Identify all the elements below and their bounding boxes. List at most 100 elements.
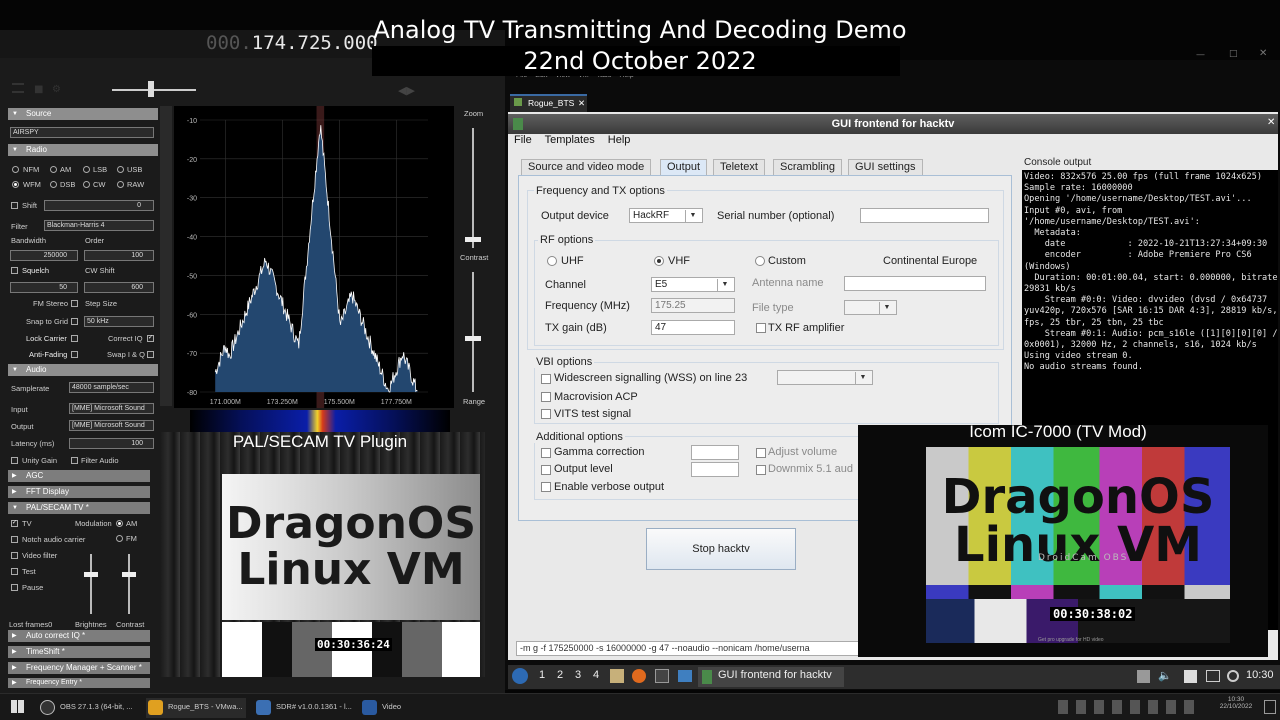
- squelch-input[interactable]: 50: [10, 282, 78, 293]
- mode-raw-radio[interactable]: [117, 181, 124, 188]
- range-slider[interactable]: [472, 272, 474, 392]
- filter-select[interactable]: Blackman-Harris 4: [44, 220, 154, 231]
- hacktv-menu-file[interactable]: File: [514, 134, 532, 146]
- vm-volume-icon[interactable]: 🔈: [1158, 669, 1172, 682]
- vm-display-icon[interactable]: [1206, 670, 1220, 682]
- range-slider-thumb[interactable]: [465, 336, 481, 341]
- mode-nfm-radio[interactable]: [12, 166, 19, 173]
- frequency-input[interactable]: 175.25: [651, 298, 735, 313]
- macrovision-checkbox[interactable]: [541, 392, 551, 402]
- section-pal-secam[interactable]: PAL/SECAM TV *: [8, 502, 150, 514]
- shift-checkbox[interactable]: [11, 202, 18, 209]
- latency-input[interactable]: 100: [69, 438, 154, 449]
- spectrum-scrollbar[interactable]: [160, 106, 172, 406]
- taskbar-obs[interactable]: OBS 27.1.3 (64-bit, ...: [38, 698, 138, 718]
- tv-checkbox[interactable]: [11, 519, 18, 527]
- test-checkbox[interactable]: [11, 568, 18, 575]
- tab-teletext[interactable]: Teletext: [713, 159, 765, 175]
- unity-gain-checkbox[interactable]: [11, 457, 18, 464]
- zoom-slider[interactable]: [472, 128, 474, 248]
- file-type-select[interactable]: [844, 300, 897, 315]
- workspace-1[interactable]: 1: [539, 669, 545, 681]
- taskbar-vmware[interactable]: Rogue_BTS - VMwa...: [146, 698, 246, 718]
- vm-tab-close-icon[interactable]: ✕: [578, 96, 585, 111]
- tab-output[interactable]: Output: [660, 159, 708, 175]
- section-fft[interactable]: FFT Display: [8, 486, 150, 498]
- adjust-volume-checkbox[interactable]: [756, 448, 766, 458]
- bandwidth-input[interactable]: 250000: [10, 250, 78, 261]
- section-radio[interactable]: Radio: [8, 144, 158, 156]
- section-audio[interactable]: Audio: [8, 364, 158, 376]
- samplerate-select[interactable]: 48000 sample/sec: [69, 382, 154, 393]
- section-frequency-entry[interactable]: Frequency Entry *: [8, 678, 150, 688]
- section-source[interactable]: Source: [8, 108, 158, 120]
- swap-iq-checkbox[interactable]: [147, 351, 154, 358]
- folder-icon[interactable]: [678, 670, 692, 682]
- firefox-icon[interactable]: [632, 669, 646, 683]
- workspace-2[interactable]: 2: [557, 669, 563, 681]
- source-device-select[interactable]: AIRSPY: [10, 127, 154, 138]
- gamma-input[interactable]: [691, 445, 739, 460]
- hacktv-menu-help[interactable]: Help: [608, 134, 631, 146]
- pause-checkbox[interactable]: [11, 584, 18, 591]
- mode-usb-radio[interactable]: [117, 166, 124, 173]
- order-input[interactable]: 100: [84, 250, 154, 261]
- audio-input-select[interactable]: [MME] Microsoft Sound: [69, 403, 154, 414]
- output-level-input[interactable]: [691, 462, 739, 477]
- spectrum-display[interactable]: -10 -20 -30 -40 -50 -60 -70 -80 171.000M 173.250M…: [174, 106, 454, 408]
- section-frequency-manager[interactable]: Frequency Manager + Scanner *: [8, 662, 150, 674]
- video-filter-checkbox[interactable]: [11, 552, 18, 559]
- volume-slider-thumb[interactable]: [148, 81, 154, 97]
- downmix-checkbox[interactable]: [756, 465, 766, 475]
- modulation-fm-radio[interactable]: [116, 535, 123, 542]
- tab-gui-settings[interactable]: GUI settings: [848, 159, 923, 175]
- hacktv-menu-templates[interactable]: Templates: [545, 134, 595, 146]
- workspace-4[interactable]: 4: [593, 669, 599, 681]
- squelch-checkbox[interactable]: [11, 267, 18, 274]
- menu-icon[interactable]: [12, 83, 24, 93]
- section-auto-correct[interactable]: Auto correct IQ *: [8, 630, 150, 642]
- channel-select[interactable]: E5: [651, 277, 735, 292]
- mode-cw-radio[interactable]: [83, 181, 90, 188]
- file-manager-icon[interactable]: [610, 669, 624, 683]
- settings-icon[interactable]: ⚙: [52, 84, 61, 95]
- stop-hacktv-button[interactable]: Stop hacktv: [646, 528, 796, 570]
- audio-output-select[interactable]: [MME] Microsoft Sound: [69, 420, 154, 431]
- contrast-slider-thumb[interactable]: [122, 572, 136, 577]
- cw-shift-input[interactable]: 600: [84, 282, 154, 293]
- section-agc[interactable]: AGC: [8, 470, 150, 482]
- zoom-slider-thumb[interactable]: [465, 237, 481, 242]
- gamma-checkbox[interactable]: [541, 448, 551, 458]
- anti-fading-checkbox[interactable]: [71, 351, 78, 358]
- snap-checkbox[interactable]: [71, 318, 78, 325]
- taskbar-sdrsharp[interactable]: SDR# v1.0.0.1361 - l...: [254, 698, 354, 718]
- vm-network-icon[interactable]: [1137, 670, 1150, 683]
- tune-arrow-icon[interactable]: ◀▶: [398, 84, 415, 97]
- step-size-select[interactable]: 50 kHz: [84, 316, 154, 327]
- verbose-checkbox[interactable]: [541, 482, 551, 492]
- hacktv-close-icon[interactable]: ✕: [1267, 117, 1275, 128]
- tab-source-video-mode[interactable]: Source and video mode: [521, 159, 652, 175]
- shift-input[interactable]: 0: [44, 200, 154, 211]
- command-line-field[interactable]: -m g -f 175250000 -s 16000000 -g 47 --no…: [516, 641, 861, 656]
- terminal-icon[interactable]: [655, 669, 669, 683]
- vm-power-icon[interactable]: [1227, 670, 1239, 682]
- brightness-slider[interactable]: [90, 554, 92, 614]
- tray-icons[interactable]: [1058, 700, 1198, 714]
- notch-checkbox[interactable]: [11, 536, 18, 543]
- mode-dsb-radio[interactable]: [50, 181, 57, 188]
- play-icon[interactable]: ■: [34, 84, 43, 95]
- antenna-input[interactable]: [844, 276, 986, 291]
- volume-slider[interactable]: [112, 89, 196, 91]
- wss-select[interactable]: [777, 370, 873, 385]
- mode-am-radio[interactable]: [50, 166, 57, 173]
- brightness-slider-thumb[interactable]: [84, 572, 98, 577]
- notification-icon[interactable]: [1264, 700, 1276, 714]
- custom-radio[interactable]: [755, 256, 765, 266]
- mode-wfm-radio[interactable]: [12, 181, 19, 188]
- uhf-radio[interactable]: [547, 256, 557, 266]
- vhf-radio[interactable]: [654, 256, 664, 266]
- modulation-am-radio[interactable]: [116, 520, 123, 527]
- fm-stereo-checkbox[interactable]: [71, 300, 78, 307]
- windows-start-icon[interactable]: [11, 700, 24, 713]
